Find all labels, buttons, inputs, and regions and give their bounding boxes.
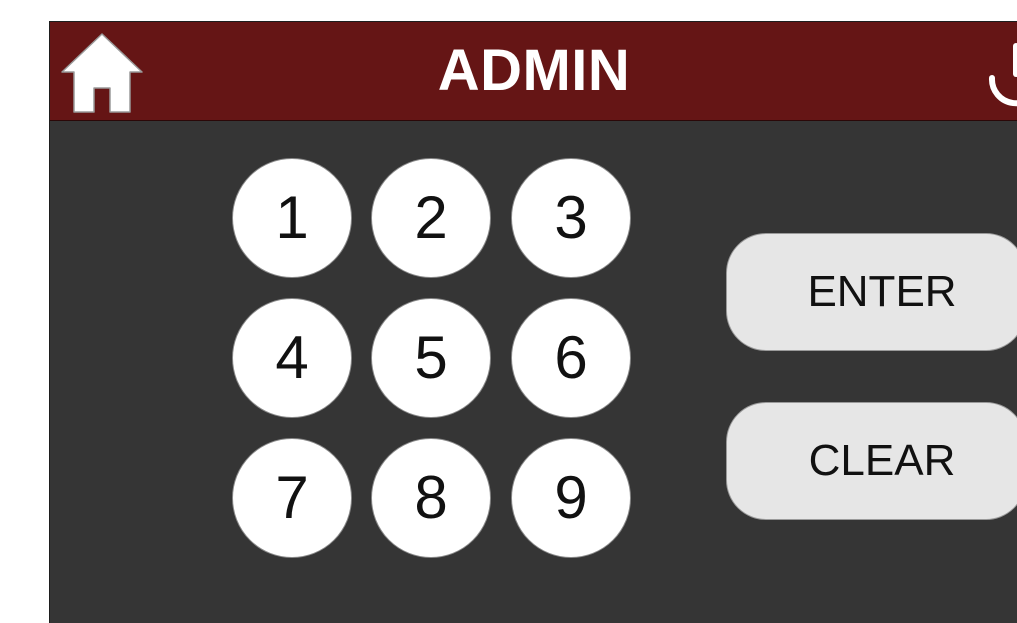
clear-button-label: CLEAR: [808, 436, 956, 485]
key-4[interactable]: 4: [232, 298, 352, 418]
admin-screen: ADMIN 1 2 3 4 5 6 7 8 9 ENTER CLEAR: [49, 21, 1017, 623]
key-1[interactable]: 1: [232, 158, 352, 278]
page-title: ADMIN: [437, 38, 631, 103]
enter-button-label: ENTER: [807, 267, 957, 316]
enter-button[interactable]: ENTER: [726, 233, 1017, 351]
key-7[interactable]: 7: [232, 438, 352, 558]
key-5[interactable]: 5: [371, 298, 491, 418]
key-2[interactable]: 2: [371, 158, 491, 278]
clear-button[interactable]: CLEAR: [726, 402, 1017, 520]
key-8[interactable]: 8: [371, 438, 491, 558]
key-3[interactable]: 3: [511, 158, 631, 278]
key-9[interactable]: 9: [511, 438, 631, 558]
header-bar: ADMIN: [50, 22, 1017, 121]
power-button[interactable]: [978, 42, 1017, 112]
key-6[interactable]: 6: [511, 298, 631, 418]
power-icon: [988, 43, 1017, 107]
